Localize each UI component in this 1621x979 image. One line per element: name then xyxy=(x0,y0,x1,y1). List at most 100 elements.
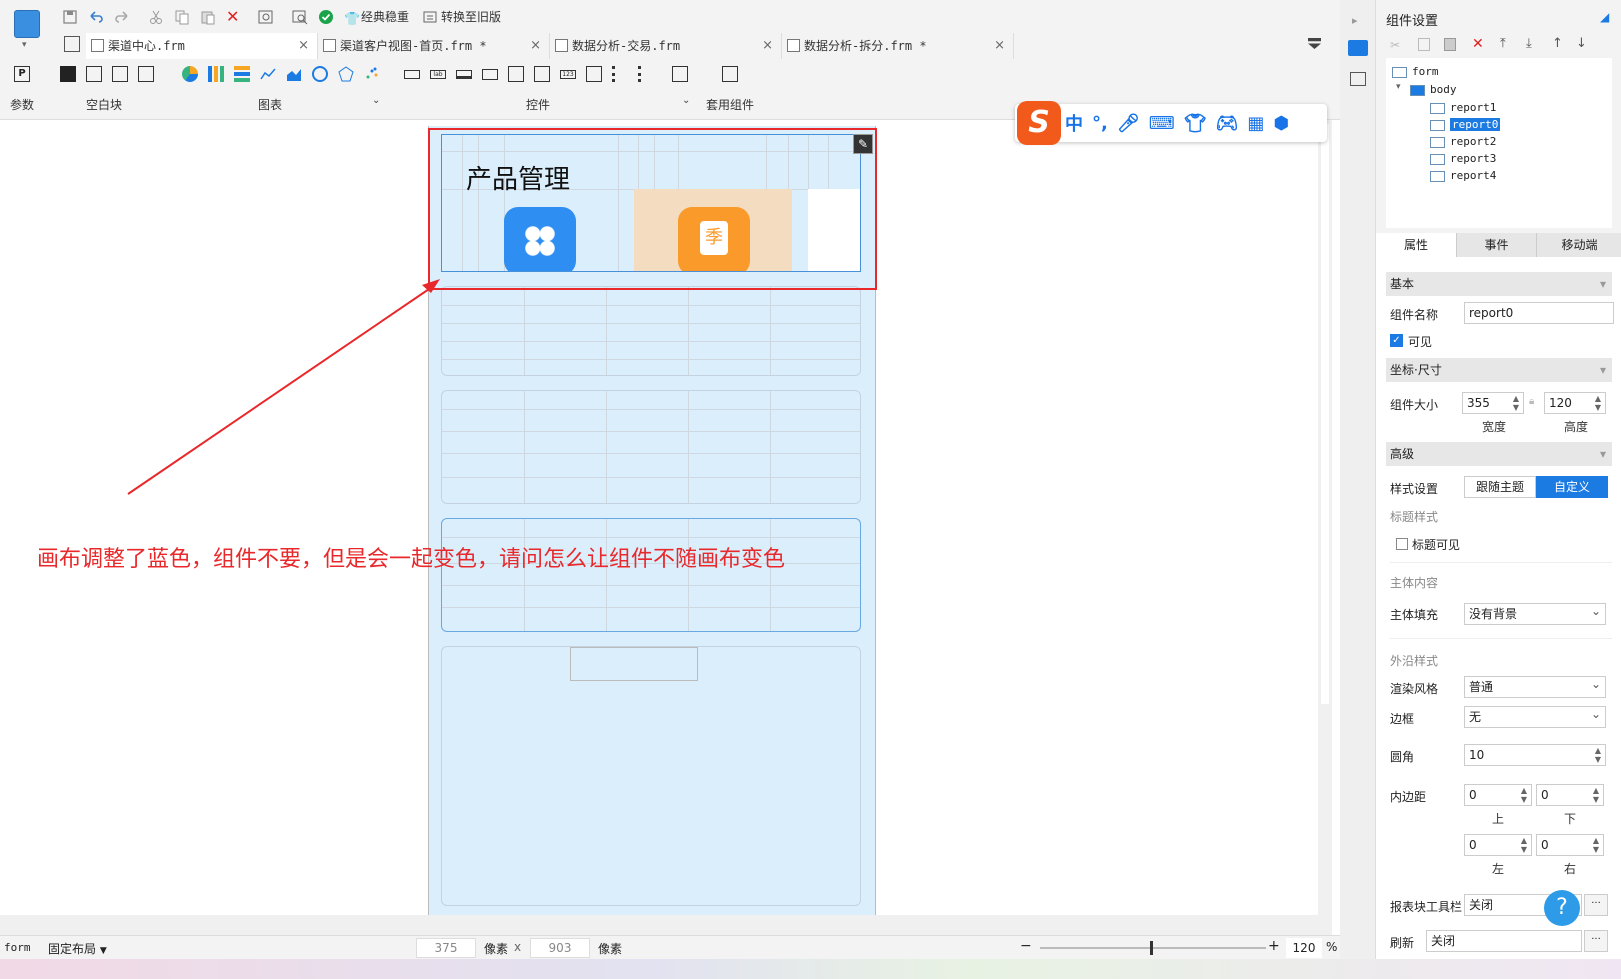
title-style-label: 标题样式 xyxy=(1390,510,1439,524)
lock-ratio-icon[interactable]: 🔒︎ xyxy=(1529,396,1534,407)
padding-right-caption: 右 xyxy=(1564,862,1577,876)
radius-spinner-icon[interactable]: ▲ ▼ xyxy=(1592,746,1604,764)
padding-left-caption: 左 xyxy=(1492,862,1505,876)
width-input[interactable]: 355 ▲ ▼ xyxy=(1462,392,1524,414)
apps-icon[interactable]: ▦ xyxy=(1247,113,1264,134)
tree-expand-icon[interactable]: ▾ xyxy=(1396,82,1401,92)
tree-report4[interactable]: report4 xyxy=(1430,168,1496,184)
game-icon[interactable]: 🎮︎ xyxy=(1216,113,1239,134)
tree-report1[interactable]: report1 xyxy=(1430,100,1496,116)
height-input[interactable]: 120 ▲ ▼ xyxy=(1544,392,1606,414)
collapse-arrow-icon[interactable]: ▸ xyxy=(1352,14,1358,27)
padding-right-spinner-icon[interactable]: ▲ ▼ xyxy=(1590,836,1602,854)
status-form-label: form xyxy=(4,941,31,954)
tree-report0[interactable]: report0 xyxy=(1430,117,1501,133)
move-top-icon[interactable]: ⤒ xyxy=(1500,36,1506,51)
cut-icon[interactable]: ✂ xyxy=(1390,38,1400,52)
paste-icon[interactable] xyxy=(1444,38,1456,51)
zoom-value[interactable]: 120 xyxy=(1286,938,1322,958)
width-spinner-icon[interactable]: ▲ ▼ xyxy=(1510,394,1522,412)
width-unit-label: 像素 xyxy=(484,942,509,956)
layout-chevron-icon: ▼ xyxy=(99,946,107,956)
tree-form[interactable]: form xyxy=(1392,64,1439,80)
layout-icon[interactable] xyxy=(1350,72,1366,86)
width-caption: 宽度 xyxy=(1482,420,1507,434)
report-node-icon xyxy=(1430,171,1445,182)
zoom-slider-handle xyxy=(1150,941,1153,955)
component-settings-icon[interactable] xyxy=(1348,40,1368,56)
panel-title: 组件设置 xyxy=(1386,14,1439,29)
toolbox-icon[interactable]: ⬢ xyxy=(1273,113,1289,134)
canvas-height-input[interactable]: 903 xyxy=(530,938,590,958)
zoom-slider[interactable] xyxy=(1040,941,1266,955)
render-style-select[interactable]: 普通 xyxy=(1464,674,1606,698)
layout-mode-label: 固定布局 xyxy=(48,942,97,956)
style-settings-label: 样式设置 xyxy=(1390,482,1439,496)
advanced-section-header[interactable]: 高级 xyxy=(1386,442,1612,466)
annotation-text: 画布调整了蓝色，组件不要，但是会一起变色，请问怎么让组件不随画布变色 xyxy=(37,547,786,572)
title-visible-checkbox[interactable] xyxy=(1396,538,1408,550)
visible-checkbox[interactable]: ✓ xyxy=(1390,334,1403,347)
tree-body[interactable]: body xyxy=(1410,82,1457,98)
padding-right-input[interactable]: 0 ▲ ▼ xyxy=(1536,834,1604,856)
delete-icon[interactable]: ✕ xyxy=(1472,36,1484,52)
basic-section-header[interactable]: 基本 xyxy=(1386,272,1612,296)
padding-top-spinner-icon[interactable]: ▲ ▼ xyxy=(1518,786,1530,804)
component-name-label: 组件名称 xyxy=(1390,308,1439,322)
coord-section-header[interactable]: 坐标·尺寸 xyxy=(1386,358,1612,382)
microphone-icon[interactable]: 🎤︎ xyxy=(1117,113,1140,134)
height-spinner-icon[interactable]: ▲ ▼ xyxy=(1592,394,1604,412)
component-name-input[interactable]: report0 xyxy=(1464,302,1614,324)
body-fill-select[interactable]: 没有背景 xyxy=(1464,601,1606,625)
radius-label: 圆角 xyxy=(1390,750,1415,764)
tree-report3[interactable]: report3 xyxy=(1430,151,1496,167)
zoom-out-button[interactable]: − xyxy=(1020,938,1032,954)
zoom-in-button[interactable]: + xyxy=(1268,938,1280,954)
refresh-input[interactable]: 关闭 xyxy=(1426,930,1582,952)
component-tree: form ▾ body report1 report0 report2 repo… xyxy=(1386,58,1612,228)
move-down-icon[interactable]: ↓ xyxy=(1576,36,1587,51)
refresh-label: 刷新 xyxy=(1390,936,1415,950)
border-select[interactable]: 无 xyxy=(1464,704,1606,728)
report-toolbar-more-button[interactable]: ··· xyxy=(1584,894,1608,916)
vertical-scrollbar[interactable] xyxy=(1318,120,1332,935)
move-up-icon[interactable]: ↑ xyxy=(1552,36,1563,51)
horizontal-scrollbar[interactable] xyxy=(0,915,1318,935)
radius-input[interactable]: 10 ▲ ▼ xyxy=(1464,744,1606,766)
zoom-percent-label: % xyxy=(1326,940,1338,954)
tab-properties[interactable]: 属性 xyxy=(1376,233,1456,257)
canvas-width-input[interactable]: 375 xyxy=(416,938,476,958)
padding-label: 内边距 xyxy=(1390,790,1427,804)
padding-top-input[interactable]: 0 ▲ ▼ xyxy=(1464,784,1532,806)
padding-top-caption: 上 xyxy=(1492,812,1505,826)
ime-punct-toggle[interactable]: °, xyxy=(1092,113,1108,134)
ime-toolbar[interactable]: S 中 °, 🎤︎ ⌨︎ 👕︎ 🎮︎ ▦ ⬢ xyxy=(1015,101,1327,145)
help-button[interactable]: ? xyxy=(1544,890,1580,926)
report-toolbar-label: 报表块工具栏 xyxy=(1390,900,1463,914)
padding-bottom-input[interactable]: 0 ▲ ▼ xyxy=(1536,784,1604,806)
layout-mode-select[interactable]: 固定布局 ▼ xyxy=(48,940,107,957)
style-follow-theme-button[interactable]: 跟随主题 xyxy=(1464,476,1536,498)
style-custom-button[interactable]: 自定义 xyxy=(1536,476,1608,498)
padding-left-input[interactable]: 0 ▲ ▼ xyxy=(1464,834,1532,856)
padding-bottom-spinner-icon[interactable]: ▲ ▼ xyxy=(1590,786,1602,804)
skin-icon[interactable]: 👕︎ xyxy=(1184,113,1207,134)
dock-icon[interactable]: ◢ xyxy=(1600,10,1609,24)
form-node-icon xyxy=(1392,67,1407,78)
tab-events[interactable]: 事件 xyxy=(1456,233,1536,257)
tab-mobile[interactable]: 移动端 xyxy=(1536,233,1621,257)
body-fill-label: 主体填充 xyxy=(1390,608,1439,622)
keyboard-icon[interactable]: ⌨︎ xyxy=(1149,113,1175,134)
report-node-icon xyxy=(1430,103,1445,114)
taskbar-strip xyxy=(0,959,1621,979)
side-icon-strip: ▸ xyxy=(1340,0,1375,979)
ime-lang-toggle[interactable]: 中 xyxy=(1065,110,1083,136)
times-label: x xyxy=(514,940,522,954)
refresh-more-button[interactable]: ··· xyxy=(1584,930,1608,952)
tree-report2[interactable]: report2 xyxy=(1430,134,1496,150)
component-settings-panel: 组件设置 ◢ ✂ ✕ ⤒ ⤓ ↑ ↓ form ▾ body report1 r… xyxy=(1375,0,1621,979)
copy-icon[interactable] xyxy=(1418,38,1430,51)
sogou-logo-icon[interactable]: S xyxy=(1017,101,1061,145)
padding-left-spinner-icon[interactable]: ▲ ▼ xyxy=(1518,836,1530,854)
move-bottom-icon[interactable]: ⤓ xyxy=(1526,36,1532,51)
